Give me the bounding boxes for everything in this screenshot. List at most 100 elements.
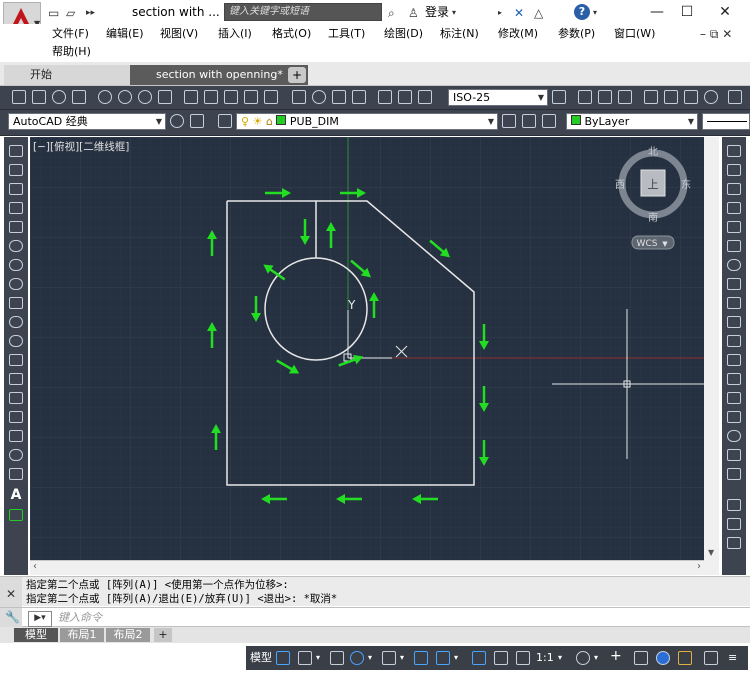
help-button[interactable]: ? — [574, 4, 590, 20]
menu-tools[interactable]: 工具(T) — [328, 26, 365, 42]
inspect-icon[interactable] — [332, 90, 346, 104]
add-icon[interactable]: + — [610, 649, 622, 663]
color-select[interactable]: ByLayer ▼ — [566, 113, 698, 130]
login-dropdown-icon[interactable]: ▾ — [452, 5, 456, 21]
revision-cloud-icon[interactable] — [9, 278, 23, 290]
break-at-point-icon[interactable] — [727, 354, 741, 366]
isometric-icon[interactable] — [382, 651, 396, 665]
menu-insert[interactable]: 插入(I) — [218, 26, 252, 42]
radius-dim-icon[interactable] — [98, 90, 112, 104]
dim-edit-icon[interactable] — [378, 90, 392, 104]
tolerance-icon[interactable] — [292, 90, 306, 104]
search-input[interactable]: 键入关键字或短语 — [224, 3, 382, 21]
dim-update-icon[interactable] — [418, 90, 432, 104]
binoculars-icon[interactable]: ⌕ — [388, 5, 395, 21]
add-layout-button[interactable]: + — [154, 628, 172, 642]
scale-dropdown-icon[interactable]: ▾ — [558, 651, 562, 665]
tab-document[interactable]: section with openning* ✕ — [130, 65, 308, 85]
mirror-icon[interactable] — [727, 183, 741, 195]
extend-icon[interactable] — [727, 335, 741, 347]
quick-access-more-icon[interactable]: ▸▸ — [86, 5, 95, 21]
copy-icon[interactable] — [727, 164, 741, 176]
menu-dimension[interactable]: 标注(N) — [440, 26, 479, 42]
make-current-layer-icon[interactable] — [502, 114, 516, 128]
workspace-icon[interactable] — [190, 114, 204, 128]
snap-dropdown-icon[interactable]: ▾ — [316, 651, 320, 665]
chamfer-icon[interactable] — [727, 411, 741, 423]
layer-properties-icon[interactable] — [218, 114, 232, 128]
command-input[interactable]: 键入命令 — [58, 610, 102, 626]
erase-icon[interactable] — [727, 145, 741, 157]
angular-dim-icon[interactable] — [158, 90, 172, 104]
diameter-dim-icon[interactable] — [138, 90, 152, 104]
3d-dwf-icon[interactable] — [704, 90, 718, 104]
open-icon[interactable] — [598, 90, 612, 104]
customization-menu-icon[interactable]: ≡ — [728, 651, 737, 665]
add-selected-icon[interactable] — [9, 509, 23, 521]
workspace-gear-icon[interactable] — [576, 651, 590, 665]
clean-screen-icon[interactable] — [678, 651, 692, 665]
annotation-scale-icon[interactable] — [516, 651, 530, 665]
jogged-dim-icon[interactable] — [118, 90, 132, 104]
grid-icon[interactable] — [276, 651, 290, 665]
workspace-settings-gear-icon[interactable] — [170, 114, 184, 128]
save-icon[interactable] — [618, 90, 632, 104]
scroll-down-icon[interactable]: ▼ — [708, 548, 714, 557]
rotate-icon[interactable] — [727, 259, 741, 271]
polygon-icon[interactable] — [9, 202, 23, 214]
object-snap-dropdown-icon[interactable]: ▾ — [454, 651, 458, 665]
login-link[interactable]: 登录 — [425, 4, 449, 20]
close-command-icon[interactable]: ✕ — [6, 587, 16, 601]
tab-layout1[interactable]: 布局1 — [60, 628, 104, 642]
hardware-acceleration-icon[interactable] — [656, 651, 670, 665]
insert-block-icon[interactable] — [9, 354, 23, 366]
menu-view[interactable]: 视图(V) — [160, 26, 198, 42]
drawing-canvas[interactable]: Y 上 北 南 西 东 WCS ▼ [−][俯视][二维线框] — [30, 137, 704, 560]
gradient-icon[interactable] — [9, 430, 23, 442]
construction-line-icon[interactable] — [9, 164, 23, 176]
move-icon[interactable] — [727, 240, 741, 252]
new-file-icon[interactable]: ▭ — [48, 5, 59, 21]
publish-icon[interactable] — [684, 90, 698, 104]
ordinate-dim-icon[interactable] — [72, 90, 86, 104]
menu-format[interactable]: 格式(O) — [272, 26, 311, 42]
polar-dropdown-icon[interactable]: ▾ — [368, 651, 372, 665]
linetype-select[interactable] — [702, 113, 750, 130]
draw-order-icon[interactable] — [727, 499, 741, 511]
workspace-dropdown-icon[interactable]: ▾ — [594, 651, 598, 665]
object-snap-icon[interactable] — [436, 651, 450, 665]
spline-icon[interactable] — [9, 297, 23, 309]
scale-icon[interactable] — [727, 278, 741, 290]
linear-dim-icon[interactable] — [12, 90, 26, 104]
scroll-right-icon[interactable]: › — [697, 561, 701, 572]
cut-icon[interactable] — [728, 90, 742, 104]
open-file-icon[interactable]: ▱ — [66, 5, 75, 21]
dim-style-select[interactable]: ISO-25 ▼ — [448, 89, 548, 106]
menu-draw[interactable]: 绘图(D) — [384, 26, 423, 42]
a360-icon[interactable]: △ — [534, 5, 543, 21]
multiline-text-icon[interactable]: A — [9, 487, 23, 503]
fillet-icon[interactable] — [727, 430, 741, 442]
vertical-scrollbar[interactable]: ▼ — [704, 137, 719, 575]
offset-icon[interactable] — [727, 202, 741, 214]
send-to-back-icon[interactable] — [727, 537, 741, 549]
workspace-select[interactable]: AutoCAD 经典 ▼ — [8, 113, 166, 130]
jogged-linear-icon[interactable] — [352, 90, 366, 104]
maximize-icon[interactable]: ☐ — [674, 2, 700, 22]
arc-length-icon[interactable] — [52, 90, 66, 104]
close-icon[interactable]: ✕ — [712, 2, 738, 22]
tab-layout2[interactable]: 布局2 — [106, 628, 150, 642]
viewport-controls-label[interactable]: [−][俯视][二维线框] — [33, 140, 129, 154]
center-mark-icon[interactable] — [312, 90, 326, 104]
horizontal-scrollbar[interactable]: ‹ › — [30, 560, 704, 575]
arc-icon[interactable] — [9, 240, 23, 252]
line-icon[interactable] — [9, 145, 23, 157]
ellipse-icon[interactable] — [9, 316, 23, 328]
blend-curves-icon[interactable] — [727, 449, 741, 461]
region-icon[interactable] — [9, 449, 23, 461]
model-space-button[interactable]: 模型 — [250, 651, 272, 665]
plot-preview-icon[interactable] — [664, 90, 678, 104]
isolate-objects-icon[interactable] — [634, 651, 648, 665]
break-icon[interactable] — [727, 373, 741, 385]
point-icon[interactable] — [9, 392, 23, 404]
